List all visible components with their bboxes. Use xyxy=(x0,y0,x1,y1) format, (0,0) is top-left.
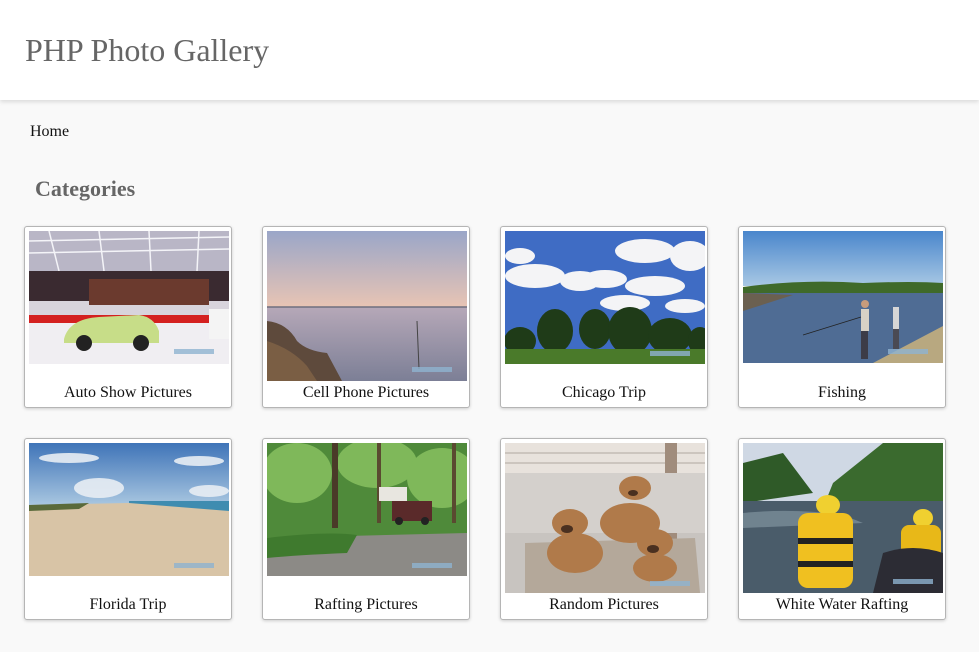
auto-show-photo xyxy=(29,231,229,364)
category-label: Chicago Trip xyxy=(561,384,646,401)
campsite-photo xyxy=(267,443,467,576)
category-card-random-pictures[interactable]: Random Pictures xyxy=(500,438,708,620)
lake-sunset-photo xyxy=(267,231,467,381)
river-rafting-photo xyxy=(743,443,943,593)
breadcrumb-home-link[interactable]: Home xyxy=(30,122,69,142)
category-label: Fishing xyxy=(817,384,866,401)
beach-photo xyxy=(29,443,229,576)
category-card-white-water-rafting[interactable]: White Water Rafting xyxy=(738,438,946,620)
category-card-fishing[interactable]: Fishing xyxy=(738,226,946,408)
puppies-photo xyxy=(505,443,705,593)
trees-clouds-photo xyxy=(505,231,705,364)
category-label: Florida Trip xyxy=(89,596,167,613)
category-card-florida-trip[interactable]: Florida Trip xyxy=(24,438,232,620)
category-card-rafting-pictures[interactable]: Rafting Pictures xyxy=(262,438,470,620)
categories-heading: Categories xyxy=(35,176,136,201)
category-label: Cell Phone Pictures xyxy=(302,384,430,401)
site-title-link[interactable]: PHP Photo Gallery xyxy=(25,30,269,70)
site-header: PHP Photo Gallery xyxy=(0,0,979,100)
category-card-chicago-trip[interactable]: Chicago Trip xyxy=(500,226,708,408)
fishing-lake-photo xyxy=(743,231,943,363)
category-card-cell-phone[interactable]: Cell Phone Pictures xyxy=(262,226,470,408)
category-label: Rafting Pictures xyxy=(314,596,418,613)
category-label: Auto Show Pictures xyxy=(64,384,192,401)
category-label: Random Pictures xyxy=(549,596,659,613)
category-card-auto-show[interactable]: Auto Show Pictures xyxy=(24,226,232,408)
category-label: White Water Rafting xyxy=(775,596,909,613)
